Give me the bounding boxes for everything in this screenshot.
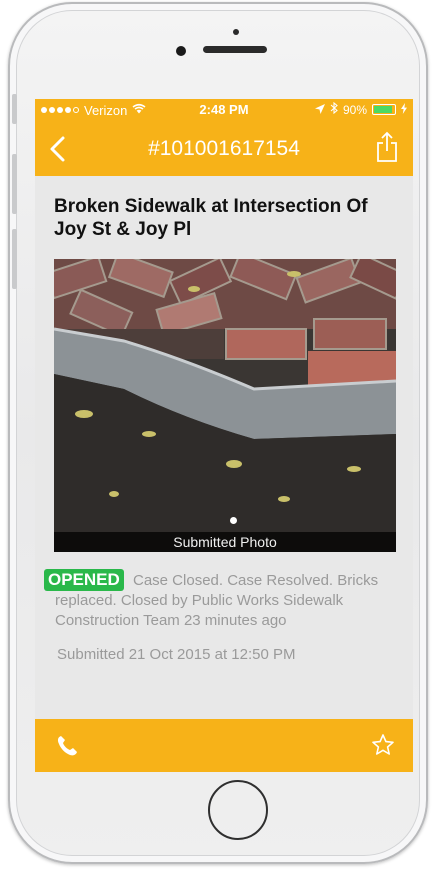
earpiece-speaker — [203, 46, 267, 53]
case-status: OPENED Case Closed. Case Resolved. Brick… — [44, 569, 395, 631]
navigation-bar: #101001617154 — [35, 121, 413, 176]
sidewalk-photo-image — [54, 259, 396, 552]
app-screen: Verizon 2:48 PM 90% #101001617154 Broken… — [35, 99, 413, 772]
location-arrow-icon — [314, 103, 325, 117]
home-button[interactable] — [208, 780, 268, 840]
case-title: Broken Sidewalk at Intersection Of Joy S… — [54, 196, 368, 240]
status-bar: Verizon 2:48 PM 90% — [35, 99, 413, 121]
volume-up-button — [12, 154, 17, 214]
share-icon[interactable] — [375, 131, 399, 163]
charging-bolt-icon — [401, 102, 407, 117]
page-indicator-dot — [230, 517, 237, 524]
battery-icon — [372, 104, 396, 115]
bottom-toolbar — [35, 719, 413, 772]
status-badge: OPENED — [44, 569, 124, 591]
bluetooth-icon — [330, 101, 338, 117]
case-number-title: #101001617154 — [148, 137, 300, 160]
photo-caption: Submitted Photo — [54, 532, 396, 552]
mute-switch — [12, 94, 17, 124]
submitted-date: Submitted 21 Oct 2015 at 12:50 PM — [57, 646, 296, 663]
case-detail: Broken Sidewalk at Intersection Of Joy S… — [35, 176, 413, 719]
proximity-sensor — [233, 29, 239, 35]
front-camera — [176, 46, 186, 56]
submitted-photo[interactable]: Submitted Photo — [54, 259, 396, 552]
volume-down-button — [12, 229, 17, 289]
star-icon[interactable] — [371, 733, 395, 757]
phone-icon[interactable] — [55, 734, 79, 758]
battery-percent: 90% — [342, 102, 367, 117]
